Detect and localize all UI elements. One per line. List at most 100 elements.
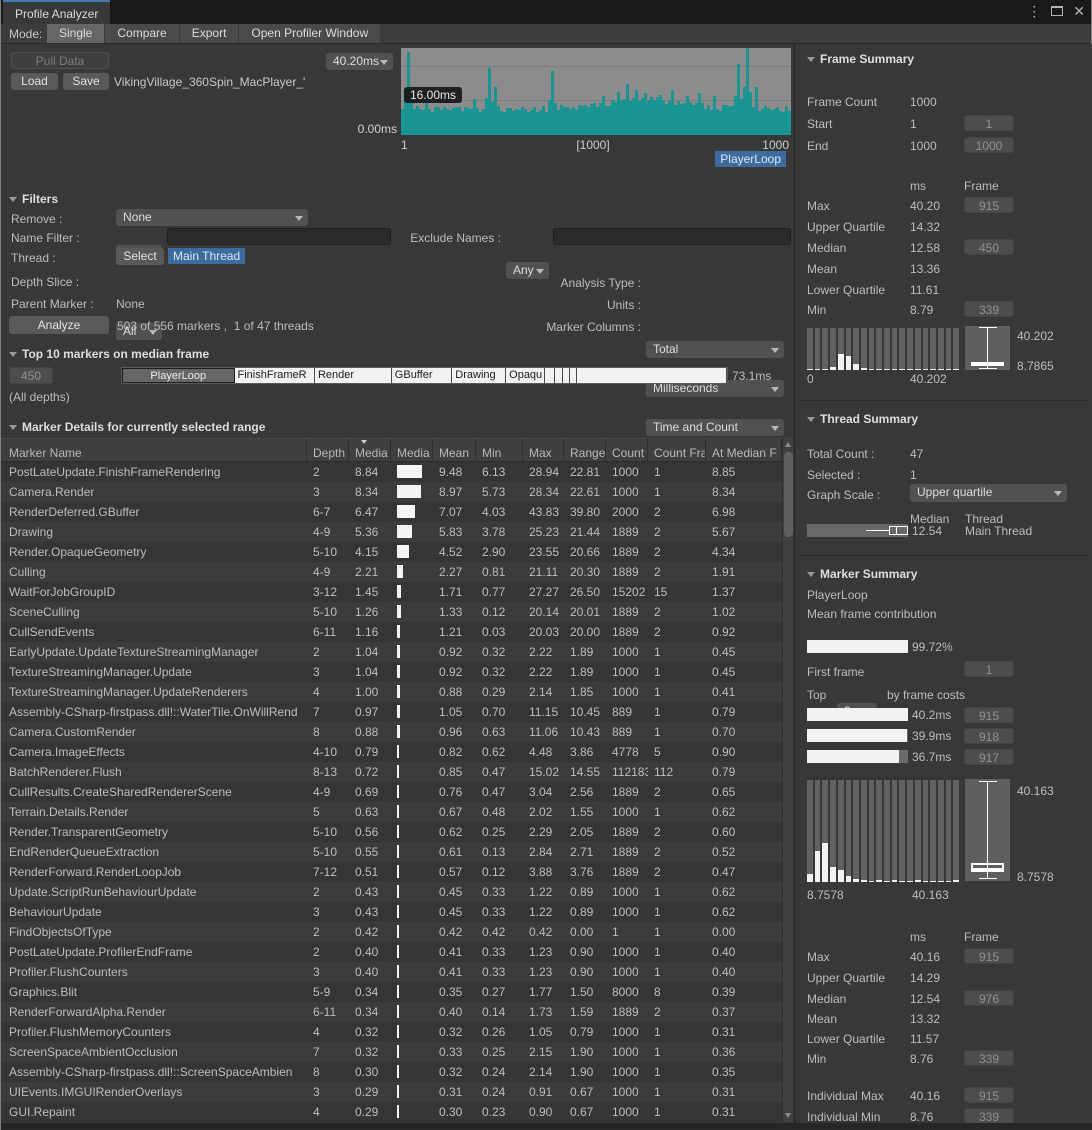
table-row[interactable]: SceneCulling5-101.261.330.1220.1420.0118…	[1, 602, 782, 622]
goto-frame-button[interactable]: 1000	[964, 137, 1014, 153]
table-row[interactable]: Render.TransparentGeometry5-100.560.620.…	[1, 822, 782, 842]
analyze-button[interactable]: Analyze	[9, 316, 109, 334]
table-row[interactable]: RenderForward.RenderLoopJob7-120.510.570…	[1, 862, 782, 882]
cell-count: 4778	[606, 742, 648, 762]
table-row[interactable]: UIEvents.IMGUIRenderOverlays30.290.310.2…	[1, 1082, 782, 1102]
table-row[interactable]: EarlyUpdate.UpdateTextureStreamingManage…	[1, 642, 782, 662]
filters-foldout[interactable]: Filters	[9, 192, 58, 206]
table-row[interactable]: EndRenderQueueExtraction5-100.550.610.13…	[1, 842, 782, 862]
goto-frame-button[interactable]: 339	[964, 1050, 1014, 1066]
column-header-depth[interactable]: Depth	[307, 439, 349, 461]
marker-details-foldout[interactable]: Marker Details for currently selected ra…	[9, 420, 265, 434]
mode-button-export[interactable]: Export	[180, 24, 240, 43]
top10-segment-opaqu[interactable]: Opaqu	[506, 368, 545, 383]
column-header-median[interactable]: Media	[349, 439, 391, 461]
load-button[interactable]: Load	[11, 73, 58, 90]
close-icon[interactable]: ✕	[1073, 2, 1085, 20]
first-frame-button[interactable]: 1	[964, 661, 1014, 677]
column-header-at-median-frame[interactable]: At Median F	[706, 439, 782, 461]
table-row[interactable]: Camera.ImageEffects4-100.790.820.624.483…	[1, 742, 782, 762]
table-row[interactable]: RenderDeferred.GBuffer6-76.477.074.0343.…	[1, 502, 782, 522]
median-bar	[397, 705, 400, 718]
frame-range-dropdown[interactable]: 40.20ms	[326, 53, 393, 70]
column-header-min[interactable]: Min	[476, 439, 523, 461]
table-row[interactable]: Drawing4-95.365.833.7825.2321.44188925.6…	[1, 522, 782, 542]
table-row[interactable]: Graphics.Blit5-90.340.350.271.771.508000…	[1, 982, 782, 1002]
table-row[interactable]: ScreenSpaceAmbientOcclusion70.320.330.25…	[1, 1042, 782, 1062]
pull-data-button[interactable]: Pull Data	[11, 52, 109, 69]
goto-frame-button[interactable]: 339	[964, 1108, 1014, 1124]
thread-summary-foldout[interactable]: Thread Summary	[807, 412, 918, 426]
table-row[interactable]: Profiler.FlushMemoryCounters40.320.320.2…	[1, 1022, 782, 1042]
goto-frame-button[interactable]: 1	[964, 115, 1014, 131]
goto-frame-button[interactable]: 915	[964, 707, 1014, 723]
kebab-menu-icon[interactable]: ⋮	[1027, 2, 1041, 20]
exclude-names-input[interactable]	[553, 228, 791, 245]
scrollbar-thumb[interactable]	[784, 452, 793, 537]
table-row[interactable]: PostLateUpdate.ProfilerEndFrame20.400.41…	[1, 942, 782, 962]
goto-frame-button[interactable]: 915	[964, 1087, 1014, 1103]
top10-segment[interactable]	[555, 368, 563, 383]
column-header-count-frame[interactable]: Count Fra	[648, 439, 706, 461]
column-header-max[interactable]: Max	[523, 439, 564, 461]
column-header-range[interactable]: Range	[564, 439, 606, 461]
graph-scale-dropdown[interactable]: Upper quartile	[910, 484, 1067, 502]
top10-segment[interactable]	[570, 368, 577, 383]
table-row[interactable]: TextureStreamingManager.Update31.040.920…	[1, 662, 782, 682]
table-row[interactable]: Assembly-CSharp-firstpass.dll!::ScreenSp…	[1, 1062, 782, 1082]
scroll-down-icon[interactable]	[785, 1113, 791, 1118]
column-header-mean[interactable]: Mean	[433, 439, 476, 461]
scroll-up-icon[interactable]	[785, 442, 791, 447]
frame-info-label: End	[807, 139, 828, 153]
goto-frame-button[interactable]: 450	[964, 239, 1014, 255]
goto-frame-button[interactable]: 915	[964, 948, 1014, 964]
table-row[interactable]: GUI.Repaint40.290.300.230.900.67100010.3…	[1, 1102, 782, 1122]
table-row[interactable]: CullSendEvents6-111.161.210.0320.0320.00…	[1, 622, 782, 642]
top10-segment-render[interactable]: Render	[315, 368, 392, 383]
table-row[interactable]: RenderForwardAlpha.Render6-110.340.400.1…	[1, 1002, 782, 1022]
top10-segment-gbuffer[interactable]: GBuffer	[392, 368, 453, 383]
table-row[interactable]: Camera.CustomRender80.880.960.6311.0610.…	[1, 722, 782, 742]
table-row[interactable]: WaitForJobGroupID3-121.451.710.7727.2726…	[1, 582, 782, 602]
table-row[interactable]: BatchRenderer.Flush8-130.720.850.4715.02…	[1, 762, 782, 782]
vertical-scrollbar[interactable]	[782, 438, 793, 1122]
window-tab[interactable]: Profile Analyzer	[3, 0, 110, 24]
thread-select-button[interactable]: Select	[116, 248, 164, 265]
top10-segment-finishframer[interactable]: FinishFrameR	[235, 368, 315, 383]
goto-frame-button[interactable]: 918	[964, 728, 1014, 744]
top10-segment[interactable]	[545, 368, 555, 383]
table-row[interactable]: Camera.Render38.348.975.7328.3422.611000…	[1, 482, 782, 502]
maximize-icon[interactable]	[1051, 6, 1063, 16]
marker-summary-foldout[interactable]: Marker Summary	[807, 567, 917, 581]
table-row[interactable]: PostLateUpdate.FinishFrameRendering28.84…	[1, 462, 782, 482]
save-button[interactable]: Save	[63, 73, 109, 90]
table-row[interactable]: Update.ScriptRunBehaviourUpdate20.430.45…	[1, 882, 782, 902]
column-header-median-bar[interactable]: Media	[391, 439, 433, 461]
goto-frame-button[interactable]: 917	[964, 749, 1014, 765]
table-row[interactable]: BehaviourUpdate30.430.450.331.220.891000…	[1, 902, 782, 922]
table-row[interactable]: Culling4-92.212.270.8121.1120.30188921.9…	[1, 562, 782, 582]
top10-segment-drawing[interactable]: Drawing	[452, 368, 506, 383]
column-header-marker-name[interactable]: Marker Name	[1, 439, 307, 461]
remove-dropdown[interactable]: None	[116, 209, 308, 226]
table-row[interactable]: Profiler.FlushCounters30.400.410.331.230…	[1, 962, 782, 982]
median-frame-badge[interactable]: 450	[9, 367, 53, 384]
goto-frame-button[interactable]: 339	[964, 301, 1014, 317]
top10-segment-playerloop[interactable]: PlayerLoop	[122, 368, 235, 383]
mode-button-compare[interactable]: Compare	[105, 24, 179, 43]
table-row[interactable]: FindObjectsOfType20.420.420.420.420.0011…	[1, 922, 782, 942]
goto-frame-button[interactable]: 915	[964, 197, 1014, 213]
column-header-count[interactable]: Count	[606, 439, 648, 461]
goto-frame-button[interactable]: 976	[964, 990, 1014, 1006]
top10-segment[interactable]	[563, 368, 570, 383]
mode-button-open-profiler-window[interactable]: Open Profiler Window	[239, 24, 381, 43]
table-row[interactable]: TextureStreamingManager.UpdateRenderers4…	[1, 682, 782, 702]
table-row[interactable]: Assembly-CSharp-firstpass.dll!::WaterTil…	[1, 702, 782, 722]
table-row[interactable]: Render.OpaqueGeometry5-104.154.522.9023.…	[1, 542, 782, 562]
mode-button-single[interactable]: Single	[47, 24, 105, 43]
table-row[interactable]: Terrain.Details.Render50.630.670.482.021…	[1, 802, 782, 822]
table-row[interactable]: CullResults.CreateSharedRendererScene4-9…	[1, 782, 782, 802]
name-filter-input[interactable]	[167, 228, 391, 245]
top10-foldout[interactable]: Top 10 markers on median frame	[9, 347, 209, 361]
frame-summary-foldout[interactable]: Frame Summary	[807, 52, 914, 66]
